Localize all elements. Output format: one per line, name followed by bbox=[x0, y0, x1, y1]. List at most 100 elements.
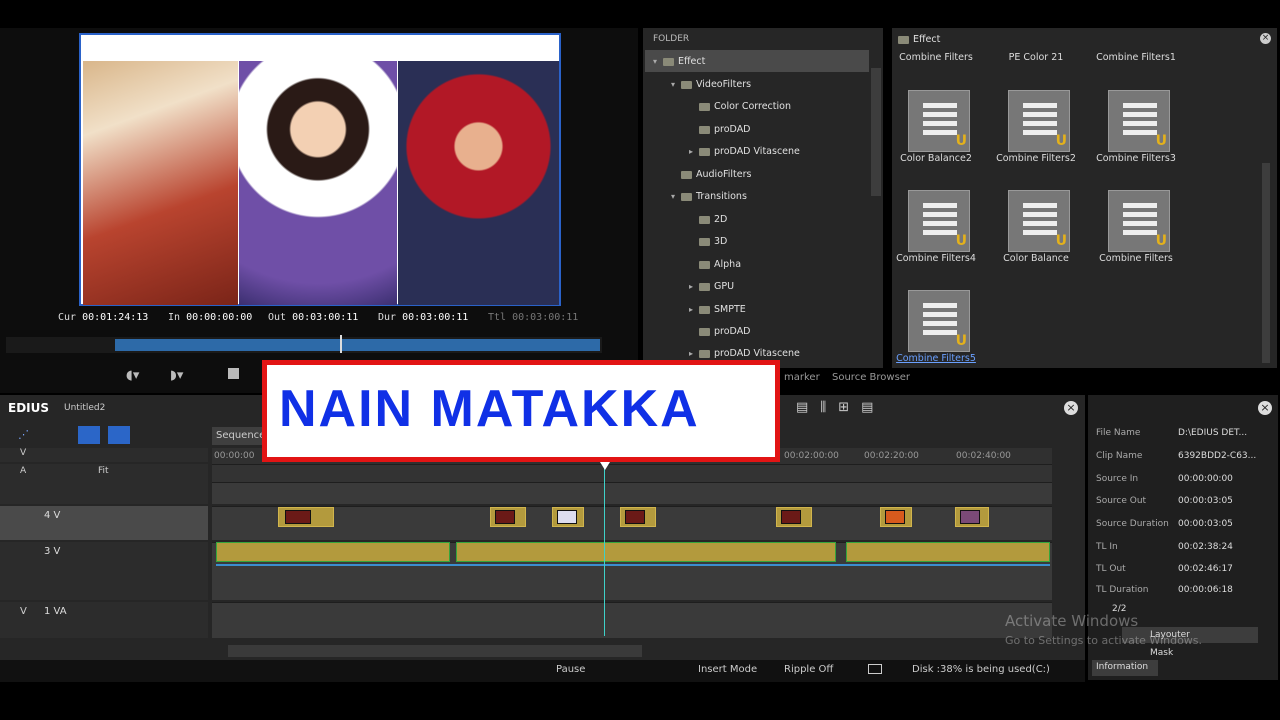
effect-item-combine-filters4[interactable]: U bbox=[908, 190, 970, 252]
tree-item-3d[interactable]: 3D bbox=[699, 236, 727, 247]
sliders-icon bbox=[923, 103, 957, 137]
effect-scrollbar[interactable] bbox=[1262, 163, 1270, 363]
info-value: 00:00:00:00 bbox=[1178, 474, 1233, 484]
info-value: 00:02:38:24 bbox=[1178, 542, 1233, 552]
clip-strip[interactable] bbox=[456, 542, 836, 562]
timecode-out: Out 00:03:00:11 bbox=[268, 312, 359, 323]
effect-title: Effect bbox=[898, 34, 940, 45]
info-value: 00:02:46:17 bbox=[1178, 564, 1233, 574]
effect-label: Color Balance bbox=[1003, 253, 1069, 264]
effect-item-combine-filters[interactable]: U bbox=[1108, 190, 1170, 252]
folder-panel: FOLDER ▾ Effect ▾ VideoFilters Color Corre… bbox=[643, 28, 883, 368]
ruler-label: 00:02:00:00 bbox=[784, 451, 839, 461]
clip[interactable] bbox=[955, 507, 989, 527]
tree-item-alpha[interactable]: Alpha bbox=[699, 259, 741, 270]
stop-icon[interactable] bbox=[228, 368, 239, 379]
effect-item-combine-filters2[interactable]: U bbox=[1008, 90, 1070, 152]
info-key: TL In bbox=[1096, 542, 1118, 552]
scrub-range[interactable] bbox=[115, 339, 600, 351]
layers-icon bbox=[923, 303, 957, 337]
timecode-ttl: Ttl 00:03:00:11 bbox=[488, 312, 579, 323]
ruler-label: 00:02:40:00 bbox=[956, 451, 1011, 461]
info-key: Source Duration bbox=[1096, 519, 1169, 529]
mark-in-icon[interactable]: ◖▾ bbox=[126, 368, 139, 383]
tree-item-prodad[interactable]: proDAD bbox=[699, 124, 751, 135]
clip[interactable] bbox=[552, 507, 584, 527]
sequence-tab[interactable]: Sequence bbox=[212, 427, 265, 445]
title-banner: NAIN MATAKKA bbox=[262, 360, 780, 462]
effect-label: Combine Filters bbox=[1099, 253, 1173, 264]
status-insert[interactable]: Insert Mode bbox=[698, 664, 757, 675]
timeline-close-icon[interactable]: × bbox=[1064, 401, 1078, 415]
monitor-icon[interactable] bbox=[868, 664, 882, 674]
status-ripple[interactable]: Ripple Off bbox=[784, 664, 833, 675]
folder-scrollbar[interactable] bbox=[871, 68, 881, 196]
tree-item-transitions[interactable]: ▾ Transitions bbox=[671, 191, 747, 202]
clip-strip[interactable] bbox=[846, 542, 1050, 562]
marker-lane[interactable] bbox=[212, 464, 1052, 482]
timeline-toolbar-icons[interactable]: ▤⫼⊞▤ bbox=[796, 400, 885, 415]
info-value: 00:00:03:05 bbox=[1178, 519, 1233, 529]
clip[interactable] bbox=[776, 507, 812, 527]
effect-item-color-balance[interactable]: U bbox=[1008, 190, 1070, 252]
effect-item-combine-filters3[interactable]: U bbox=[1108, 90, 1170, 152]
status-disk: Disk :38% is being used(C:) bbox=[912, 664, 1050, 675]
info-key: Source Out bbox=[1096, 496, 1147, 506]
clip-strip[interactable] bbox=[216, 542, 450, 562]
effect-header-2: PE Color 21 bbox=[1008, 52, 1064, 63]
effect-label: Color Balance2 bbox=[900, 153, 972, 164]
track-tool-icon[interactable]: ⋰ bbox=[18, 428, 34, 442]
layer-mask[interactable]: Mask bbox=[1150, 648, 1173, 658]
timeline-scrollbar[interactable] bbox=[228, 645, 642, 657]
info-key: Clip Name bbox=[1096, 451, 1143, 461]
clip[interactable] bbox=[620, 507, 656, 527]
tree-item-smpte[interactable]: ▸ SMPTE bbox=[689, 304, 746, 315]
track-lane-a[interactable] bbox=[212, 482, 1052, 504]
tree-item-gpu[interactable]: ▸ GPU bbox=[689, 281, 734, 292]
track-header-1va[interactable]: V1 VA bbox=[0, 602, 208, 638]
mark-out-icon[interactable]: ◗▾ bbox=[170, 368, 183, 383]
scrub-playhead[interactable] bbox=[340, 335, 342, 353]
tree-item-prodad-2[interactable]: proDAD bbox=[699, 326, 751, 337]
tab-information[interactable]: Information bbox=[1092, 660, 1158, 676]
tree-item-prodad-vitascene-2[interactable]: ▸ proDAD Vitascene bbox=[689, 348, 800, 359]
tree-item-2d[interactable]: 2D bbox=[699, 214, 727, 225]
timecode-dur: Dur 00:03:00:11 bbox=[378, 312, 469, 323]
mode-button-1[interactable] bbox=[78, 426, 100, 444]
tree-item-videofilters[interactable]: ▾ VideoFilters bbox=[671, 79, 751, 90]
effect-label-selected: Combine Filters5 bbox=[896, 353, 976, 364]
track-header-4v[interactable]: 4 V bbox=[0, 506, 208, 540]
tree-item-audiofilters[interactable]: AudioFilters bbox=[681, 169, 751, 180]
track-header-3v[interactable]: 3 V bbox=[0, 542, 208, 600]
track-lane-1va[interactable] bbox=[212, 602, 1052, 638]
effect-item-combine-filters5[interactable]: U bbox=[908, 290, 970, 352]
info-key: File Name bbox=[1096, 428, 1141, 438]
info-close-icon[interactable]: × bbox=[1258, 401, 1272, 415]
opacity-line[interactable] bbox=[216, 564, 1050, 566]
tree-item-prodad-vitascene[interactable]: ▸ proDAD Vitascene bbox=[689, 146, 800, 157]
tree-item-effect[interactable]: ▾ Effect bbox=[653, 56, 705, 67]
effect-header-3: Combine Filters1 bbox=[1096, 52, 1176, 63]
info-value: 00:00:03:05 bbox=[1178, 496, 1233, 506]
clip[interactable] bbox=[490, 507, 526, 527]
mode-button-2[interactable] bbox=[108, 426, 130, 444]
clip[interactable] bbox=[278, 507, 334, 527]
track-header-v[interactable]: V bbox=[0, 448, 208, 462]
effect-label: Combine Filters4 bbox=[896, 253, 976, 264]
status-pause: Pause bbox=[556, 664, 586, 675]
timeline-cursor[interactable] bbox=[604, 464, 605, 636]
info-value: 6392BDD2-C63... bbox=[1178, 451, 1257, 461]
track-header-a[interactable]: A Fit bbox=[0, 464, 208, 504]
tree-item-color-correction[interactable]: Color Correction bbox=[699, 101, 791, 112]
preview-photo-left bbox=[83, 61, 238, 305]
project-name: Untitled2 bbox=[64, 403, 106, 413]
info-key: TL Duration bbox=[1096, 585, 1149, 595]
effect-panel: Effect × Combine Filters PE Color 21 Com… bbox=[892, 28, 1277, 368]
tab-source-browser[interactable]: Source Browser bbox=[832, 372, 910, 383]
close-icon[interactable]: × bbox=[1260, 33, 1271, 44]
activate-windows-watermark: Activate Windows bbox=[1005, 612, 1139, 630]
tab-marker[interactable]: marker bbox=[784, 372, 820, 383]
clip[interactable] bbox=[880, 507, 912, 527]
effect-item-color-balance2[interactable]: U bbox=[908, 90, 970, 152]
info-value: 00:00:06:18 bbox=[1178, 585, 1233, 595]
